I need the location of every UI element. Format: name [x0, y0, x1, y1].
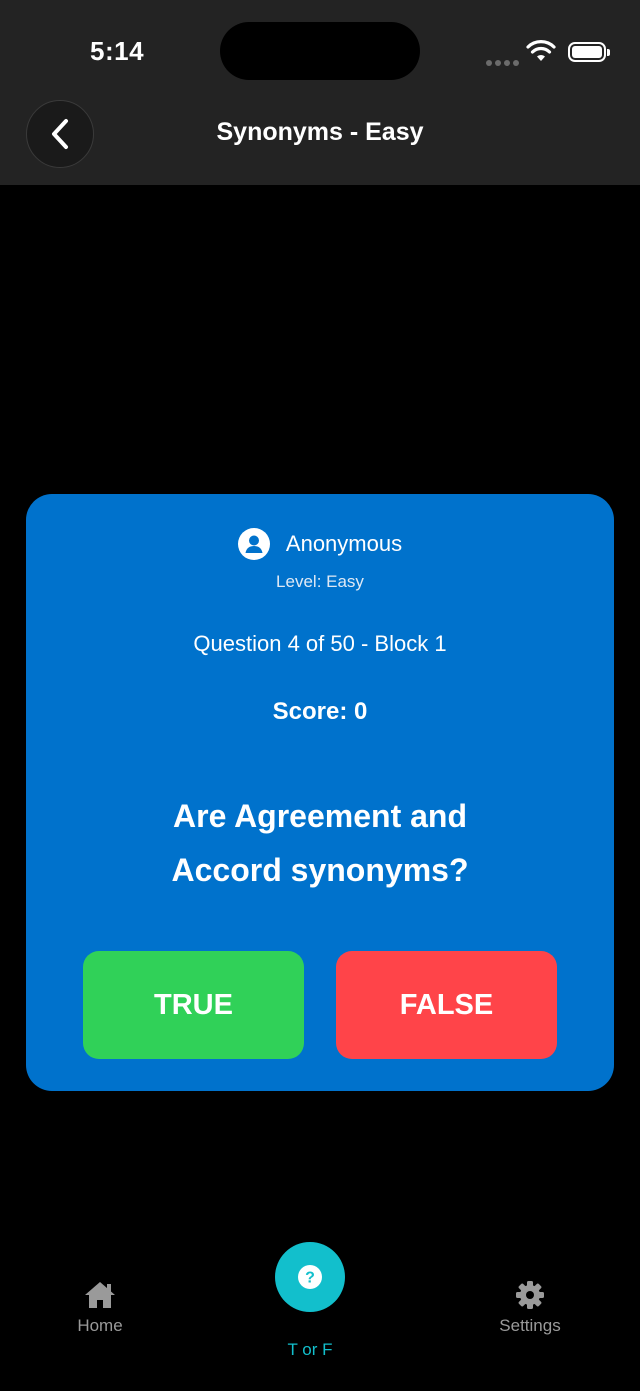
false-button[interactable]: FALSE — [336, 951, 557, 1059]
true-button[interactable]: TRUE — [83, 951, 304, 1059]
quiz-card: Anonymous Level: Easy Question 4 of 50 -… — [26, 494, 614, 1091]
question-progress: Question 4 of 50 - Block 1 — [193, 631, 447, 656]
battery-icon — [568, 42, 610, 62]
gear-icon — [516, 1281, 544, 1309]
dynamic-island — [220, 22, 420, 80]
wifi-icon — [526, 40, 556, 61]
tab-true-or-false-label: T or F — [287, 1340, 333, 1359]
tab-settings[interactable]: Settings — [470, 1280, 590, 1336]
tab-home-label: Home — [77, 1316, 123, 1335]
question-line-2: Accord synonyms? — [171, 852, 469, 888]
app-header: 5:14 Synonyms - Easy — [0, 0, 640, 185]
tab-true-or-false[interactable]: ? T or F — [255, 1242, 365, 1360]
question-icon: ? — [298, 1265, 322, 1289]
signal-icon — [486, 53, 522, 71]
question-line-1: Are Agreement and — [173, 798, 467, 834]
level-label: Level: Easy — [276, 572, 364, 591]
svg-text:?: ? — [305, 1270, 315, 1287]
home-icon — [85, 1282, 115, 1308]
question-text: Are Agreement and Accord synonyms? — [126, 789, 514, 897]
tab-bar: Home ? T or F Settings — [0, 1230, 640, 1391]
user-avatar-icon — [237, 528, 270, 560]
tab-home[interactable]: Home — [50, 1280, 150, 1336]
user-name: Anonymous — [285, 531, 403, 556]
tab-settings-label: Settings — [499, 1316, 561, 1335]
page-title: Synonyms - Easy — [216, 118, 424, 146]
tab-center-button[interactable]: ? — [275, 1242, 345, 1312]
score-label: Score: 0 — [272, 698, 368, 725]
status-time: 5:14 — [90, 36, 145, 66]
user-row: Anonymous — [26, 526, 614, 562]
